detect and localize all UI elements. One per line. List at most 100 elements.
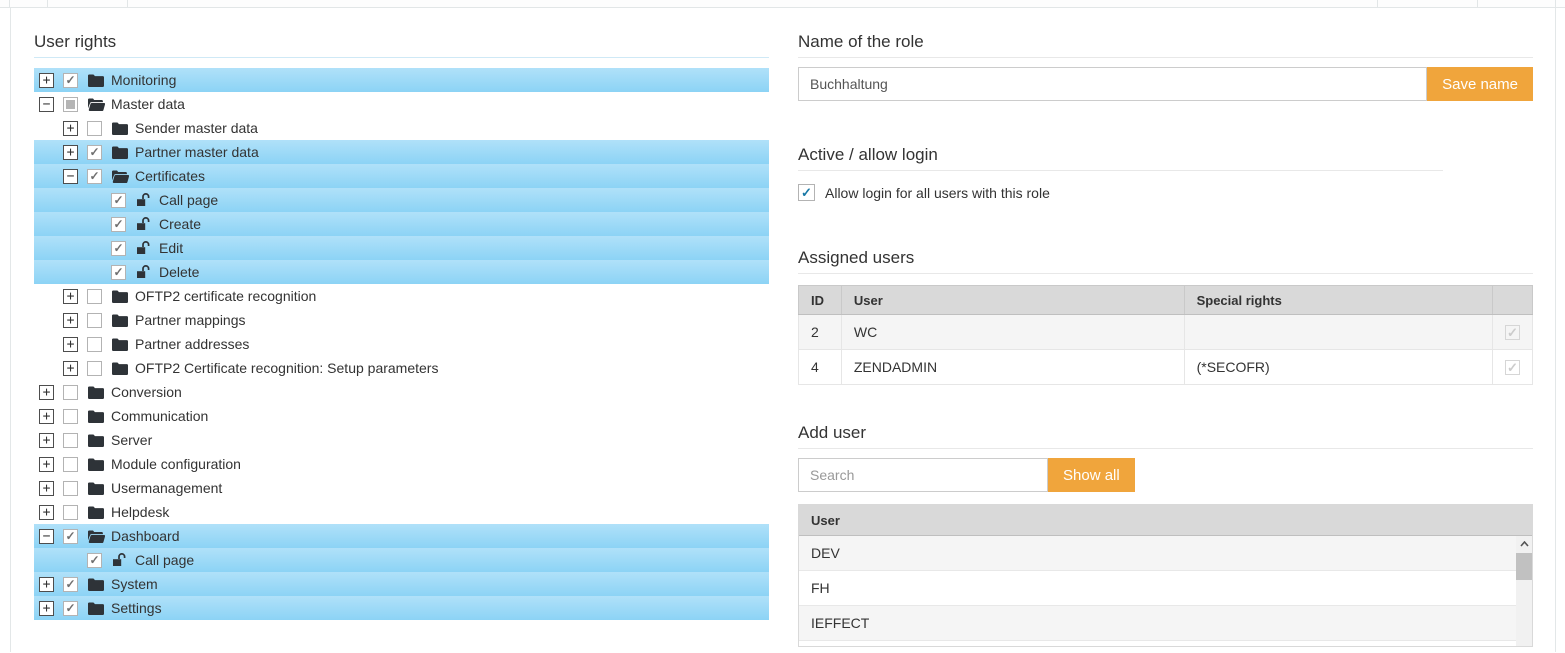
tree-checkbox[interactable] xyxy=(87,337,102,352)
divider xyxy=(798,448,1533,449)
collapse-icon[interactable]: − xyxy=(39,529,54,544)
tree-checkbox[interactable] xyxy=(63,433,78,448)
tree-item-conversion[interactable]: + Conversion xyxy=(34,380,769,404)
tree-item-server[interactable]: +Server xyxy=(34,428,769,452)
expand-icon[interactable]: + xyxy=(39,385,54,400)
expand-icon[interactable]: + xyxy=(39,409,54,424)
assigned-user-checkbox xyxy=(1505,325,1520,340)
tree-item-create[interactable]: Create xyxy=(34,212,769,236)
expand-icon[interactable]: + xyxy=(63,337,78,352)
user-list-item-fh[interactable]: FH xyxy=(799,571,1516,606)
expand-icon[interactable]: + xyxy=(63,361,78,376)
assigned-user-id: 4 xyxy=(799,350,842,385)
expand-icon[interactable]: + xyxy=(39,73,54,88)
expand-icon[interactable]: + xyxy=(39,433,54,448)
tree-item-master-data[interactable]: −Master data xyxy=(34,92,769,116)
tree-checkbox[interactable] xyxy=(63,457,78,472)
tree-checkbox[interactable] xyxy=(111,265,126,280)
tree-checkbox[interactable] xyxy=(87,289,102,304)
search-input[interactable] xyxy=(798,458,1048,492)
collapse-icon[interactable]: − xyxy=(63,169,78,184)
tree-item-edit[interactable]: Edit xyxy=(34,236,769,260)
tree-item-label: Module configuration xyxy=(111,456,241,472)
tree-checkbox[interactable] xyxy=(63,481,78,496)
tree-item-call-page[interactable]: Call page xyxy=(34,548,769,572)
assigned-user-special-rights xyxy=(1184,315,1492,350)
expand-icon[interactable]: + xyxy=(39,577,54,592)
tree-item-partner-addresses[interactable]: +Partner addresses xyxy=(34,332,769,356)
expand-icon[interactable]: + xyxy=(39,601,54,616)
user-list-item-ieffect[interactable]: IEFFECT xyxy=(799,606,1516,641)
tree-item-helpdesk[interactable]: +Helpdesk xyxy=(34,500,769,524)
tree-item-label: Monitoring xyxy=(111,72,176,88)
expand-icon[interactable]: + xyxy=(63,121,78,136)
tree-item-dashboard[interactable]: −Dashboard xyxy=(34,524,769,548)
allow-login-checkbox[interactable] xyxy=(798,184,815,201)
tree-checkbox[interactable] xyxy=(87,169,102,184)
tree-checkbox[interactable] xyxy=(87,145,102,160)
tree-item-certificates[interactable]: −Certificates xyxy=(34,164,769,188)
tree-item-partner-mappings[interactable]: + Partner mappings xyxy=(34,308,769,332)
tree-item-module-configuration[interactable]: + Module configuration xyxy=(34,452,769,476)
allow-login-label: Allow login for all users with this role xyxy=(825,185,1050,201)
save-name-button[interactable]: Save name xyxy=(1427,67,1533,101)
role-name-input[interactable] xyxy=(798,67,1427,101)
tree-item-delete[interactable]: Delete xyxy=(34,260,769,284)
tree-checkbox[interactable] xyxy=(87,361,102,376)
tree-item-sender-master-data[interactable]: +Sender master data xyxy=(34,116,769,140)
tree-item-monitoring[interactable]: + Monitoring xyxy=(34,68,769,92)
tree-checkbox[interactable] xyxy=(87,121,102,136)
folder-closed-icon xyxy=(88,434,106,447)
expand-icon[interactable]: + xyxy=(63,289,78,304)
scroll-up-button[interactable] xyxy=(1516,536,1532,552)
tree-checkbox[interactable] xyxy=(63,577,78,592)
tree-item-usermanagement[interactable]: +Usermanagement xyxy=(34,476,769,500)
tree-checkbox[interactable] xyxy=(87,313,102,328)
expand-icon[interactable]: + xyxy=(39,457,54,472)
assigned-user-row: 2WC xyxy=(799,315,1533,350)
tree-item-label: Partner mappings xyxy=(135,312,246,328)
tree-checkbox[interactable] xyxy=(63,385,78,400)
collapse-icon[interactable]: − xyxy=(39,97,54,112)
tree-item-label: Conversion xyxy=(111,384,182,400)
tree-checkbox[interactable] xyxy=(63,73,78,88)
folder-closed-icon xyxy=(88,386,106,399)
user-list-item-dev[interactable]: DEV xyxy=(799,536,1516,571)
folder-closed-icon xyxy=(88,482,106,495)
tree-checkbox[interactable] xyxy=(63,505,78,520)
expand-icon[interactable]: + xyxy=(63,145,78,160)
tree-item-label: Call page xyxy=(159,192,218,208)
tree-checkbox[interactable] xyxy=(63,529,78,544)
assigned-users-title: Assigned users xyxy=(798,244,1533,272)
expand-icon[interactable]: + xyxy=(63,313,78,328)
tree-item-label: Settings xyxy=(111,600,162,616)
expand-icon[interactable]: + xyxy=(39,481,54,496)
tree-item-call-page[interactable]: Call page xyxy=(34,188,769,212)
assigned-users-column-header xyxy=(1492,286,1532,315)
tree-checkbox[interactable] xyxy=(111,241,126,256)
divider xyxy=(798,57,1533,58)
expand-icon[interactable]: + xyxy=(39,505,54,520)
show-all-button[interactable]: Show all xyxy=(1048,458,1135,492)
tree-item-settings[interactable]: + Settings xyxy=(34,596,769,620)
folder-closed-icon xyxy=(88,458,106,471)
tree-item-partner-master-data[interactable]: +Partner master data xyxy=(34,140,769,164)
assigned-users-table: IDUserSpecial rights 2WC4ZENDADMIN(*SECO… xyxy=(798,285,1533,385)
tree-checkbox[interactable] xyxy=(63,97,78,112)
divider xyxy=(798,170,1443,171)
tree-item-oftp2-certificate-recognition-setup-parameters[interactable]: +OFTP2 Certificate recognition: Setup pa… xyxy=(34,356,769,380)
folder-closed-icon xyxy=(112,146,130,159)
user-list: User DEVFHIEFFECT xyxy=(798,504,1533,647)
folder-closed-icon xyxy=(112,314,130,327)
scrollbar-thumb[interactable] xyxy=(1516,553,1532,580)
scrollbar[interactable] xyxy=(1516,536,1532,646)
tree-item-oftp2-certificate-recognition[interactable]: +OFTP2 certificate recognition xyxy=(34,284,769,308)
folder-closed-icon xyxy=(88,410,106,423)
tree-checkbox[interactable] xyxy=(111,193,126,208)
tree-item-communication[interactable]: +Communication xyxy=(34,404,769,428)
tree-checkbox[interactable] xyxy=(63,409,78,424)
tree-checkbox[interactable] xyxy=(63,601,78,616)
tree-checkbox[interactable] xyxy=(111,217,126,232)
tree-item-system[interactable]: +System xyxy=(34,572,769,596)
tree-checkbox[interactable] xyxy=(87,553,102,568)
